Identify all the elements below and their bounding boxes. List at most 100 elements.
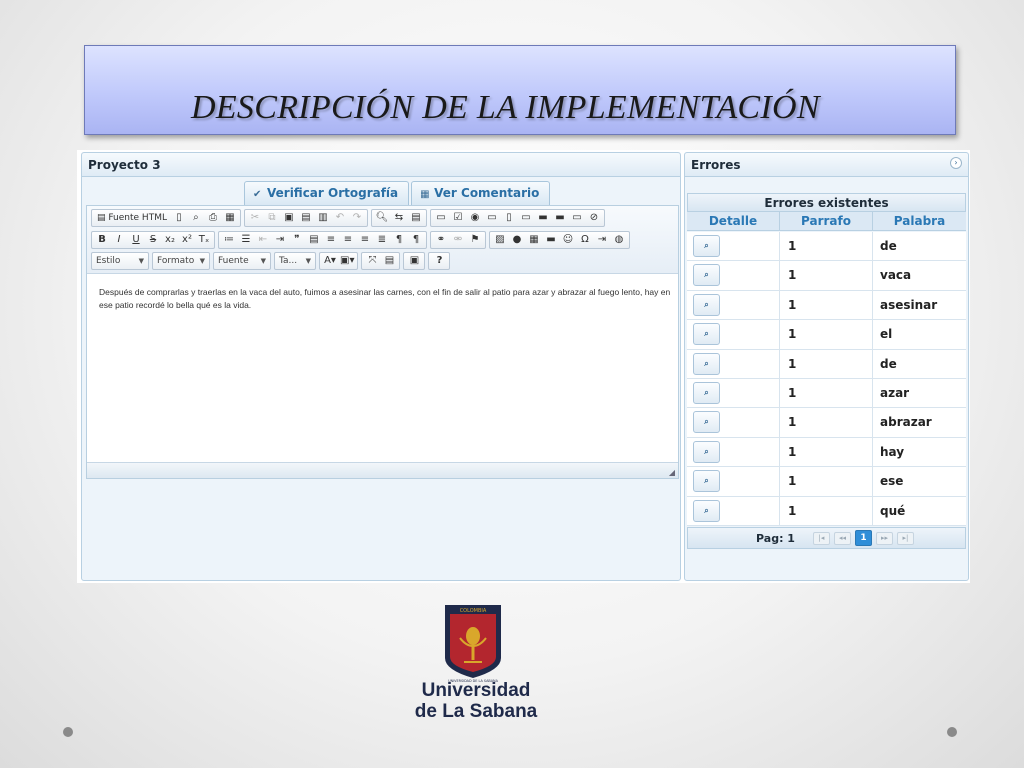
textarea-icon[interactable]: ▯ (501, 210, 517, 226)
smiley-icon[interactable]: ☺ (560, 232, 576, 248)
remove-format-icon[interactable]: ⊘ (586, 210, 602, 226)
detalle-cell: ⌕ (687, 261, 780, 290)
resize-handle-icon[interactable]: ◢ (669, 468, 675, 477)
column-header-palabra[interactable]: Palabra (873, 212, 966, 230)
tab-verificar-ortografia[interactable]: ✔ Verificar Ortografía (244, 181, 410, 205)
print-icon[interactable]: ⎙ (205, 210, 221, 226)
palabra-cell: qué (880, 503, 906, 518)
clear-format-icon[interactable]: Tₓ (196, 232, 212, 248)
form-icon[interactable]: ▭ (433, 210, 449, 226)
paste-text-icon[interactable]: ▤ (298, 210, 314, 226)
paste-icon[interactable]: ▣ (281, 210, 297, 226)
help-icon[interactable]: ? (431, 253, 447, 269)
view-detail-button[interactable]: ⌕ (693, 381, 720, 404)
cut-icon[interactable]: ✂ (247, 210, 263, 226)
select-all-icon[interactable]: ▤ (408, 210, 424, 226)
unlink-icon[interactable]: ⚮ (450, 232, 466, 248)
horizontal-rule-icon[interactable]: ▬ (543, 232, 559, 248)
image-icon[interactable]: ▨ (492, 232, 508, 248)
strike-icon[interactable]: S (145, 232, 161, 248)
errors-panel-title: Errores (685, 153, 968, 177)
view-detail-button[interactable]: ⌕ (693, 499, 720, 522)
font-select[interactable]: Fuente ▼ (213, 252, 271, 270)
detalle-cell: ⌕ (687, 408, 780, 437)
format-select[interactable]: Formato ▼ (152, 252, 210, 270)
palabra-cell: hay (880, 444, 905, 459)
prev-page-icon[interactable]: ◂◂ (833, 531, 851, 545)
div-icon[interactable]: ▤ (306, 232, 322, 248)
errors-table-title: Errores existentes (687, 193, 966, 212)
link-icon[interactable]: ⚭ (433, 232, 449, 248)
anchor-flag-icon[interactable]: ⚑ (467, 232, 483, 248)
toolbar-group-clipboard: ✂ ⧉ ▣ ▤ ▥ ↶ ↷ (243, 209, 368, 227)
superscript-icon[interactable]: x² (179, 232, 195, 248)
indent-icon[interactable]: ⇥ (272, 232, 288, 248)
numbered-list-icon[interactable]: ≔ (221, 232, 237, 248)
view-detail-button[interactable]: ⌕ (693, 235, 720, 257)
undo-icon[interactable]: ↶ (332, 210, 348, 226)
copy-icon[interactable]: ⧉ (264, 210, 280, 226)
replace-icon[interactable]: ⇆ (391, 210, 407, 226)
size-select-label: Ta... (279, 256, 298, 266)
text-color-icon[interactable]: A▾ (322, 253, 338, 269)
button-field-icon[interactable]: ▬ (535, 210, 551, 226)
column-header-parrafo[interactable]: Parrafo (780, 212, 873, 230)
preview-icon[interactable]: ⌕ (188, 210, 204, 226)
redo-icon[interactable]: ↷ (349, 210, 365, 226)
view-detail-button[interactable]: ⌕ (693, 323, 720, 346)
rtl-icon[interactable]: ¶ (408, 232, 424, 248)
view-detail-button[interactable]: ⌕ (693, 293, 720, 316)
flash-icon[interactable]: ● (509, 232, 525, 248)
hidden-field-icon[interactable]: ▭ (569, 210, 585, 226)
last-page-icon[interactable]: ▸| (896, 531, 914, 545)
ltr-icon[interactable]: ¶ (391, 232, 407, 248)
save-icon[interactable]: ▣ (406, 253, 422, 269)
special-char-icon[interactable]: Ω (577, 232, 593, 248)
italic-icon[interactable]: I (111, 232, 127, 248)
radio-icon[interactable]: ◉ (467, 210, 483, 226)
page-label: Pag: 1 (756, 531, 795, 545)
view-detail-button[interactable]: ⌕ (693, 352, 720, 375)
bg-color-icon[interactable]: ▣▾ (339, 253, 355, 269)
image-button-icon[interactable]: ▬ (552, 210, 568, 226)
paste-word-icon[interactable]: ▥ (315, 210, 331, 226)
editor-content[interactable]: Después de comprarlas y traerlas en la v… (99, 286, 675, 312)
align-right-icon[interactable]: ≡ (357, 232, 373, 248)
magnifier-icon: ⌕ (704, 358, 709, 368)
collapse-icon[interactable]: › (950, 157, 962, 169)
subscript-icon[interactable]: x₂ (162, 232, 178, 248)
maximize-icon[interactable]: ⤧ (364, 253, 380, 269)
size-select[interactable]: Ta... ▼ (274, 252, 316, 270)
view-detail-button[interactable]: ⌕ (693, 411, 720, 434)
templates-icon[interactable]: ▦ (222, 210, 238, 226)
first-page-icon[interactable]: |◂ (812, 531, 830, 545)
style-select[interactable]: Estilo ▼ (91, 252, 149, 270)
next-page-icon[interactable]: ▸▸ (875, 531, 893, 545)
bullet-list-icon[interactable]: ☰ (238, 232, 254, 248)
column-header-detalle[interactable]: Detalle (687, 212, 780, 230)
iframe-icon[interactable]: ◍ (611, 232, 627, 248)
page-break-icon[interactable]: ⇥ (594, 232, 610, 248)
show-blocks-icon[interactable]: ▤ (381, 253, 397, 269)
new-page-icon[interactable]: ▯ (171, 210, 187, 226)
table-icon[interactable]: ▦ (526, 232, 542, 248)
current-page-button[interactable]: 1 (854, 530, 872, 546)
select-field-icon[interactable]: ▭ (518, 210, 534, 226)
bold-icon[interactable]: B (94, 232, 110, 248)
justify-icon[interactable]: ≣ (374, 232, 390, 248)
view-detail-button[interactable]: ⌕ (693, 440, 720, 463)
tab-ver-comentario[interactable]: ▦ Ver Comentario (411, 181, 551, 205)
view-detail-button[interactable]: ⌕ (693, 264, 720, 287)
table-row: ⌕ 1 hay (687, 437, 966, 468)
checkbox-icon[interactable]: ☑ (450, 210, 466, 226)
outdent-icon[interactable]: ⇤ (255, 232, 271, 248)
palabra-cell: azar (880, 385, 910, 400)
view-detail-button[interactable]: ⌕ (693, 470, 720, 493)
underline-icon[interactable]: U (128, 232, 144, 248)
find-icon[interactable]: 🔍︎ (374, 210, 390, 226)
blockquote-icon[interactable]: ❞ (289, 232, 305, 248)
source-html-button[interactable]: ▤ Fuente HTML (94, 210, 170, 226)
align-left-icon[interactable]: ≡ (323, 232, 339, 248)
text-field-icon[interactable]: ▭ (484, 210, 500, 226)
align-center-icon[interactable]: ≡ (340, 232, 356, 248)
